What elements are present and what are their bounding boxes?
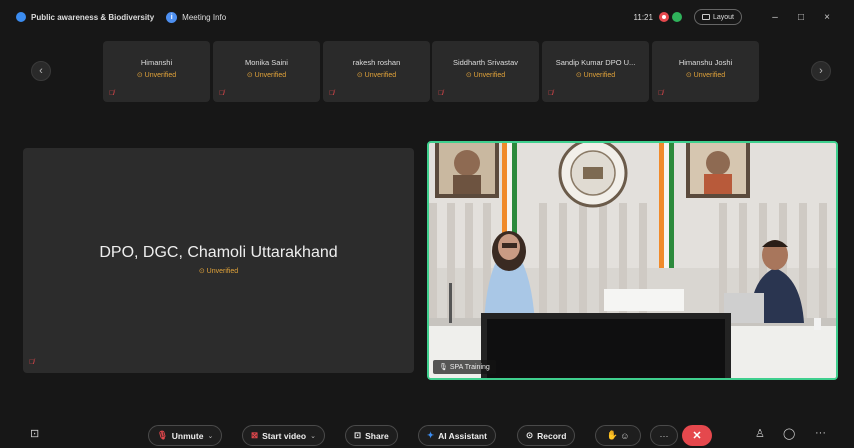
participant-status: ⊙ Unverified [465,72,506,79]
layout-button[interactable]: Layout [693,9,742,25]
muted-mic-icon: 🎙̸ [109,90,115,97]
participant-status: ⊙ Unverified [685,72,726,79]
end-meeting-button[interactable]: ✕ [682,425,712,446]
layout-label: Layout [712,13,734,21]
participant-name: Siddharth Srivastav [452,58,519,67]
raise-hand-icon: ✋ [606,430,618,440]
participants-icon[interactable]: ♙ [755,427,765,440]
unmute-label: Unmute [171,430,204,441]
stage-participant-name: DPO, DGC, Chamoli Uttarakhand [99,244,338,261]
participant-name: Himanshi [140,58,173,67]
ai-assistant-label: AI Assistant [438,430,487,441]
close-window-button[interactable]: × [814,12,840,23]
record-label: Record [537,430,567,441]
participant-tile[interactable]: Himanshi ⊙ Unverified 🎙̸ [103,41,210,102]
more-options-button[interactable]: ··· [650,425,678,446]
video-feed [429,143,836,378]
participant-status: ⊙ Unverified [136,72,177,79]
minimize-button[interactable]: – [762,12,788,23]
participant-tile[interactable]: Himanshu Joshi ⊙ Unverified 🎙̸ [652,41,759,102]
participant-tile[interactable]: Siddharth Srivastav ⊙ Unverified 🎙̸ [432,41,539,102]
meeting-logo-icon [16,12,26,22]
start-video-label: Start video [262,430,307,441]
participant-status: ⊙ Unverified [575,72,616,79]
participant-tile[interactable]: Sandip Kumar DPO U... ⊙ Unverified 🎙̸ [542,41,649,102]
participant-tile[interactable]: rakesh roshan ⊙ Unverified 🎙̸ [323,41,430,102]
share-button[interactable]: ⊡ Share [345,425,398,446]
participant-status: ⊙ Unverified [246,72,287,79]
muted-mic-icon: 🎙 [157,430,168,440]
ai-assistant-icon: ✦ [427,430,435,440]
participant-name: Himanshu Joshi [678,58,733,67]
share-label: Share [365,430,389,441]
title-bar: Public awareness & Biodiversity i Meetin… [0,0,854,34]
maximize-button[interactable]: □ [788,12,814,23]
chat-panel-icon[interactable]: ⊡ [30,427,39,440]
start-video-button[interactable]: ⊠ Start video ⌄ [242,425,325,446]
ai-assistant-button[interactable]: ✦ AI Assistant [418,425,496,446]
participant-tile[interactable]: Monika Saini ⊙ Unverified 🎙̸ [213,41,320,102]
overflow-menu-button[interactable]: ··· [815,427,826,439]
meeting-info-link[interactable]: Meeting Info [182,13,226,22]
muted-mic-icon: 🎙̸ [548,90,554,97]
mic-icon: 🎙 [439,364,450,371]
muted-mic-icon: 🎙̸ [219,90,225,97]
meeting-title: Public awareness & Biodiversity [31,12,155,22]
emoji-icon: ☺ [620,430,630,441]
chat-icon[interactable]: ◯ [783,427,795,440]
chevron-down-icon[interactable]: ⌄ [310,432,316,440]
record-icon: ⊙ [526,430,534,440]
muted-mic-icon: 🎙̸ [658,90,664,97]
video-participant-label: 🎙 SPA Training [433,360,496,374]
chevron-down-icon[interactable]: ⌄ [207,432,213,440]
strip-prev-button[interactable]: ‹ [31,61,51,81]
stage-participant-status: ⊙ Unverified [198,268,239,275]
active-speaker-video[interactable]: 🎙 SPA Training [427,141,838,380]
strip-next-button[interactable]: › [811,61,831,81]
unmute-button[interactable]: 🎙 Unmute ⌄ [148,425,223,446]
participant-stage-tile[interactable]: DPO, DGC, Chamoli Uttarakhand ⊙ Unverifi… [23,148,414,373]
meeting-window: Public awareness & Biodiversity i Meetin… [0,0,854,448]
participant-name: Monika Saini [245,58,288,67]
layout-icon [701,14,710,20]
muted-mic-icon: 🎙̸ [438,90,444,97]
reactions-button[interactable]: ✋ ☺ [595,425,641,446]
muted-mic-icon: 🎙̸ [329,90,335,97]
meeting-clock: 11:21 [633,12,653,22]
info-icon[interactable]: i [166,11,178,23]
meeting-toolbar: ⊡ 🎙 Unmute ⌄ ⊠ Start video ⌄ ⊡ Share ✦ A… [0,423,854,448]
muted-mic-icon: 🎙̸ [29,359,35,366]
record-button[interactable]: ⊙ Record [517,425,576,446]
recording-indicator-icon [658,12,669,22]
participant-status: ⊙ Unverified [356,72,397,79]
participant-name: rakesh roshan [352,58,401,67]
security-indicator-icon [671,12,682,22]
participant-name: Sandip Kumar DPO U... [555,58,636,67]
video-off-icon: ⊠ [251,430,259,440]
video-participant-name: SPA Training [449,363,490,371]
share-icon: ⊡ [354,430,362,440]
